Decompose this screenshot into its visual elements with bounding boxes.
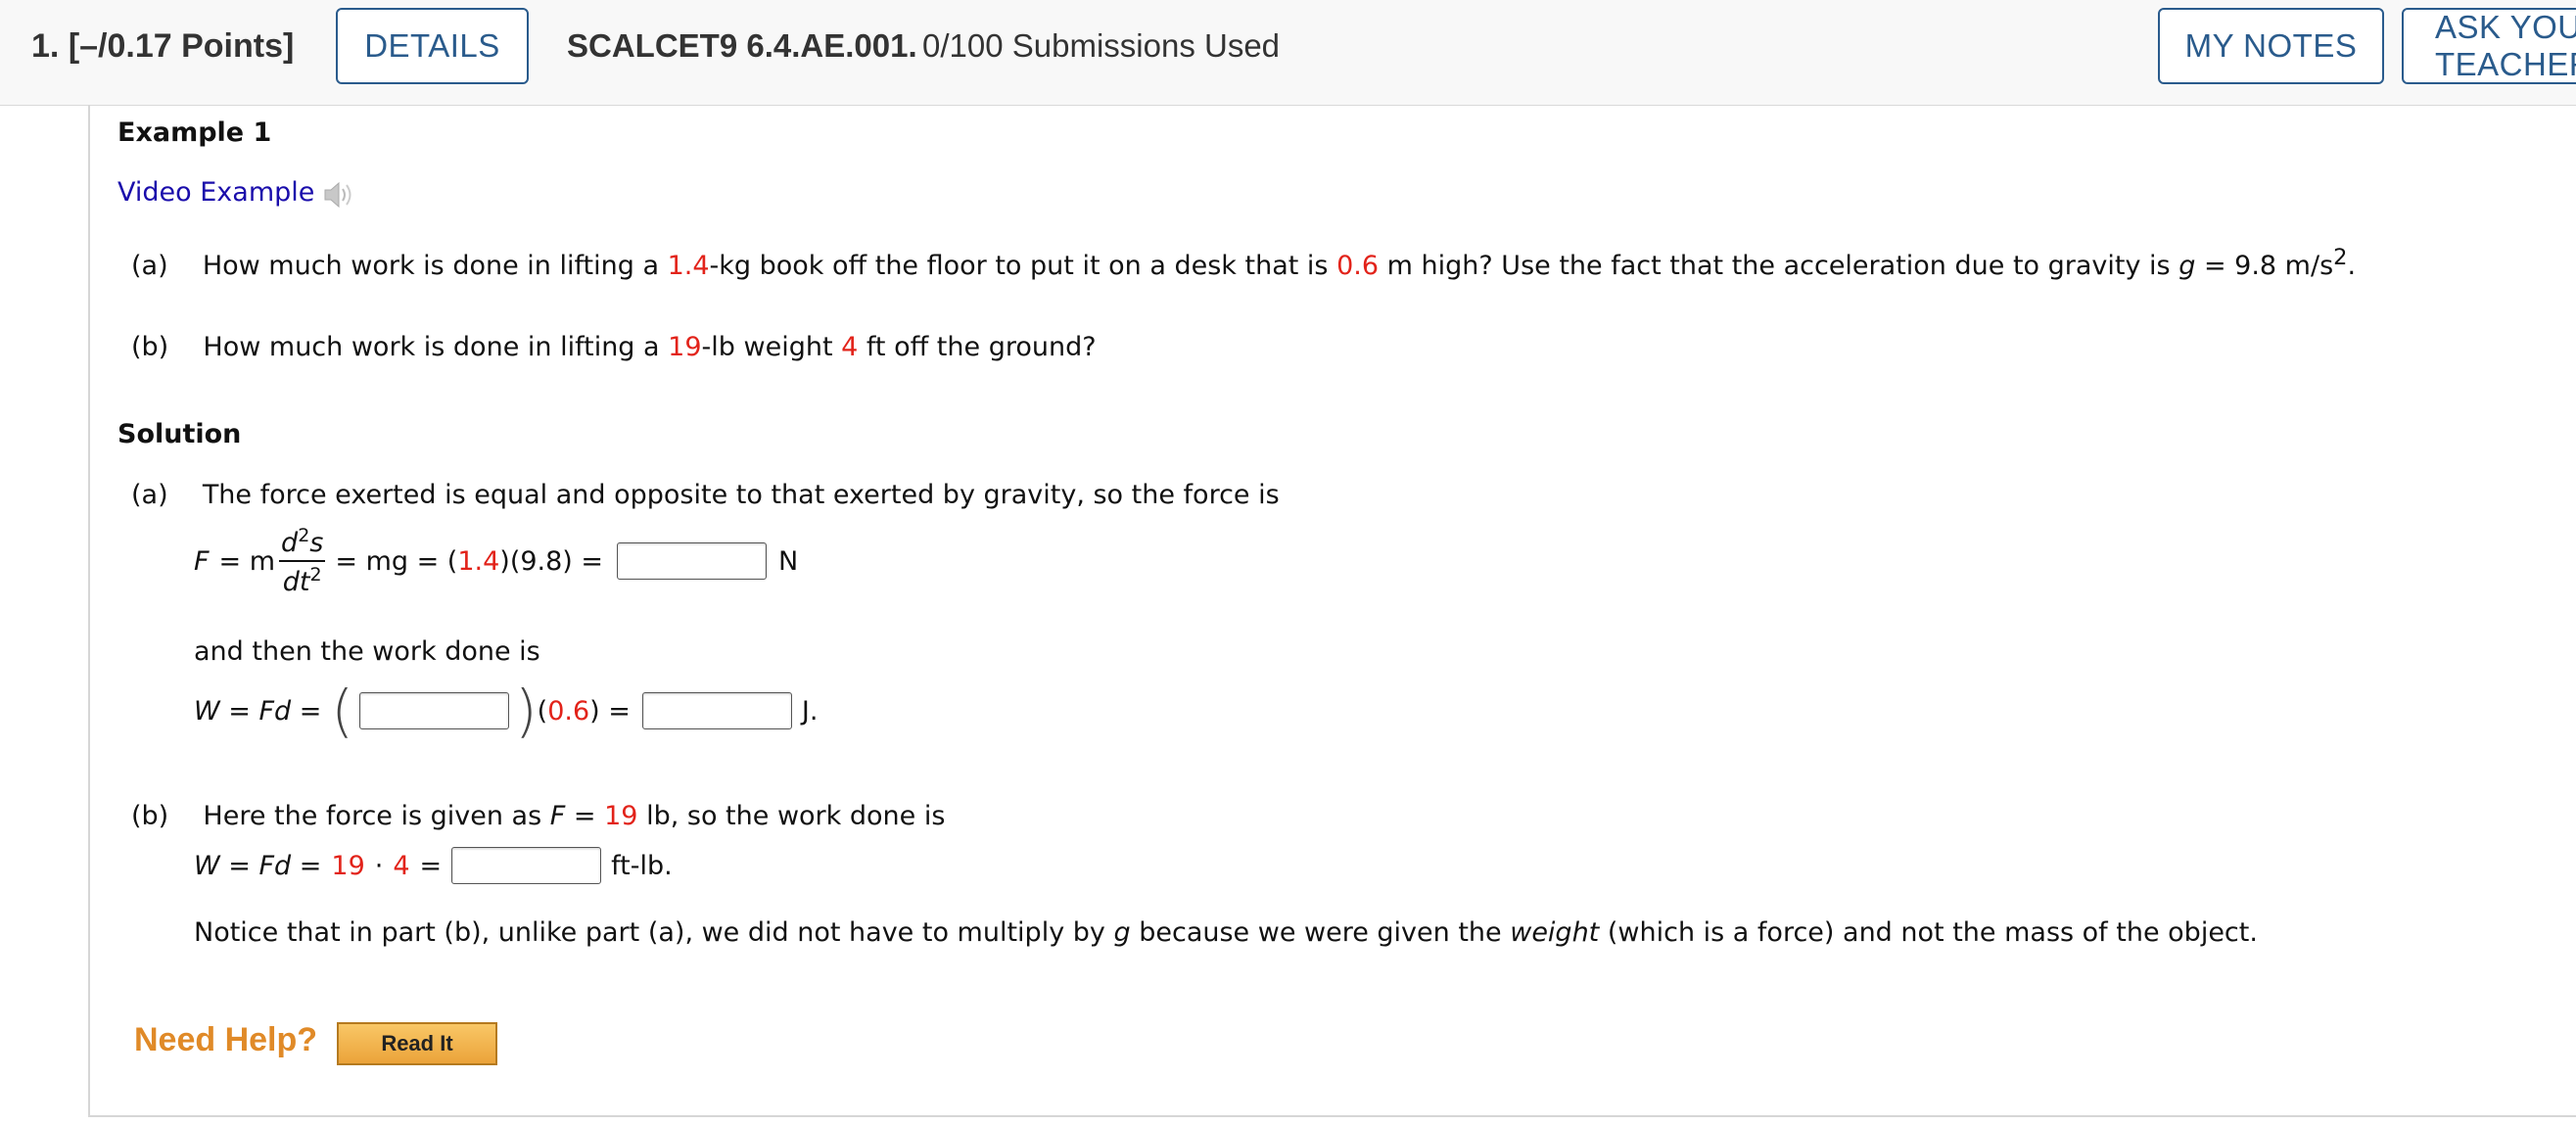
eq2-lhs: W = Fd = [194,695,322,727]
frac-den: dt [282,567,310,597]
work-equation: W = Fd = ( ) (0.6) = J. [194,680,818,741]
eq3-eq: = [419,850,443,881]
solution-b-text: Here the force is given as [203,801,542,831]
eq2-rest: ) = [589,695,631,727]
solution-title: Solution [117,419,242,449]
notice-part-1: Notice that in part (b), unlike part (a)… [194,917,1105,948]
gravity-value: = 9.8 m/s [2203,251,2334,281]
question-header: 1. [–/0.17 Points] DETAILS SCALCET9 6.4.… [0,0,2576,106]
period: . [2347,251,2357,281]
speaker-icon[interactable] [321,178,356,215]
force-symbol: F [194,545,210,577]
frac-num-sup: 2 [298,525,310,546]
notice-g: g [1113,917,1131,948]
work-unit: J. [801,695,819,727]
work-b-unit: ft-lb. [611,850,673,881]
notice-part-2: because we were given the [1139,917,1502,948]
eq1-rest: )(9.8) = [499,545,604,577]
force-answer-input[interactable] [617,542,768,580]
video-example-row: Video Example [117,177,356,215]
question-number: 1. [31,27,60,65]
eq3-dist: 4 [393,850,410,881]
frac-den-sup: 2 [309,564,322,586]
part-a-text-3: m high? Use the fact that the accelerati… [1386,251,2171,281]
part-a-label: (a) [131,251,168,281]
read-it-button[interactable]: Read It [337,1022,497,1065]
b-force-symbol: F [549,801,566,831]
part-b-text-2: -lb weight [701,332,833,362]
my-notes-button[interactable]: MY NOTES [2158,8,2384,84]
eq1-mass: 1.4 [457,545,500,577]
eq1-m: = m [218,545,276,577]
question-number-points: 1. [–/0.17 Points] [31,27,294,66]
work-intro: and then the work done is [194,636,540,667]
solution-part-a-intro: (a) The force exerted is equal and oppos… [131,480,1280,510]
part-b-text: How much work is done in lifting a [203,332,660,362]
eq2-height: 0.6 [547,695,590,727]
eq3-dot: · [374,850,384,881]
eq3-lhs: W = Fd = [194,850,322,881]
solution-b-text-2: lb, so the work done is [646,801,946,831]
big-paren-open: ( [331,678,354,744]
video-example-link[interactable]: Video Example [117,177,314,208]
given-weight: 19 [668,332,702,362]
frac-num-d: d [281,528,299,558]
work-answer-input[interactable] [641,692,792,729]
need-help-label: Need Help? [134,1021,318,1058]
b-eq: = [573,801,596,831]
problem-code: SCALCET9 6.4.AE.001. [567,27,917,64]
b-weight: 19 [604,801,638,831]
force-unit: N [778,545,799,577]
eq2-paren: ( [537,695,548,727]
ask-teacher-button[interactable]: ASK YOUR TEACHER [2402,8,2576,84]
work-b-equation: W = Fd = 19 · 4 = ft-lb. [194,847,673,884]
gravity-symbol: g [2178,251,2196,281]
example-part-b: (b) How much work is done in lifting a 1… [131,332,1097,362]
exponent: 2 [2333,245,2348,270]
notice-part-3: (which is a force) and not the mass of t… [1607,917,2258,948]
eq1-mg: = mg = ( [335,545,458,577]
notice-text: Notice that in part (b), unlike part (a)… [194,917,2258,948]
eq3-weight: 19 [331,850,365,881]
part-b-text-3: ft off the ground? [866,332,1097,362]
given-mass: 1.4 [667,251,710,281]
example-part-a: (a) How much work is done in lifting a 1… [131,245,2356,281]
second-derivative-fraction: d2s dt2 [279,525,326,597]
part-a-text-2: -kg book off the floor to put it on a de… [709,251,1329,281]
solution-part-b-intro: (b) Here the force is given as F = 19 lb… [131,801,945,831]
notice-weight: weight [1510,917,1600,948]
work-b-answer-input[interactable] [451,847,602,884]
big-paren-close: ) [515,678,538,744]
solution-b-label: (b) [131,801,169,831]
part-a-text: How much work is done in lifting a [202,251,659,281]
part-b-label: (b) [131,332,169,362]
given-height: 0.6 [1336,251,1380,281]
details-button[interactable]: DETAILS [336,8,529,84]
points-label: [–/0.17 Points] [68,27,295,65]
force-equation: F = m d2s dt2 = mg = (1.4)(9.8) = N [194,525,798,597]
example-title: Example 1 [117,117,272,148]
solution-a-text: The force exerted is equal and opposite … [202,480,1280,510]
frac-num-s: s [309,528,324,558]
work-force-input[interactable] [359,692,510,729]
submissions-used: 0/100 Submissions Used [922,27,1281,64]
solution-a-label: (a) [131,480,168,510]
given-distance: 4 [841,332,859,362]
